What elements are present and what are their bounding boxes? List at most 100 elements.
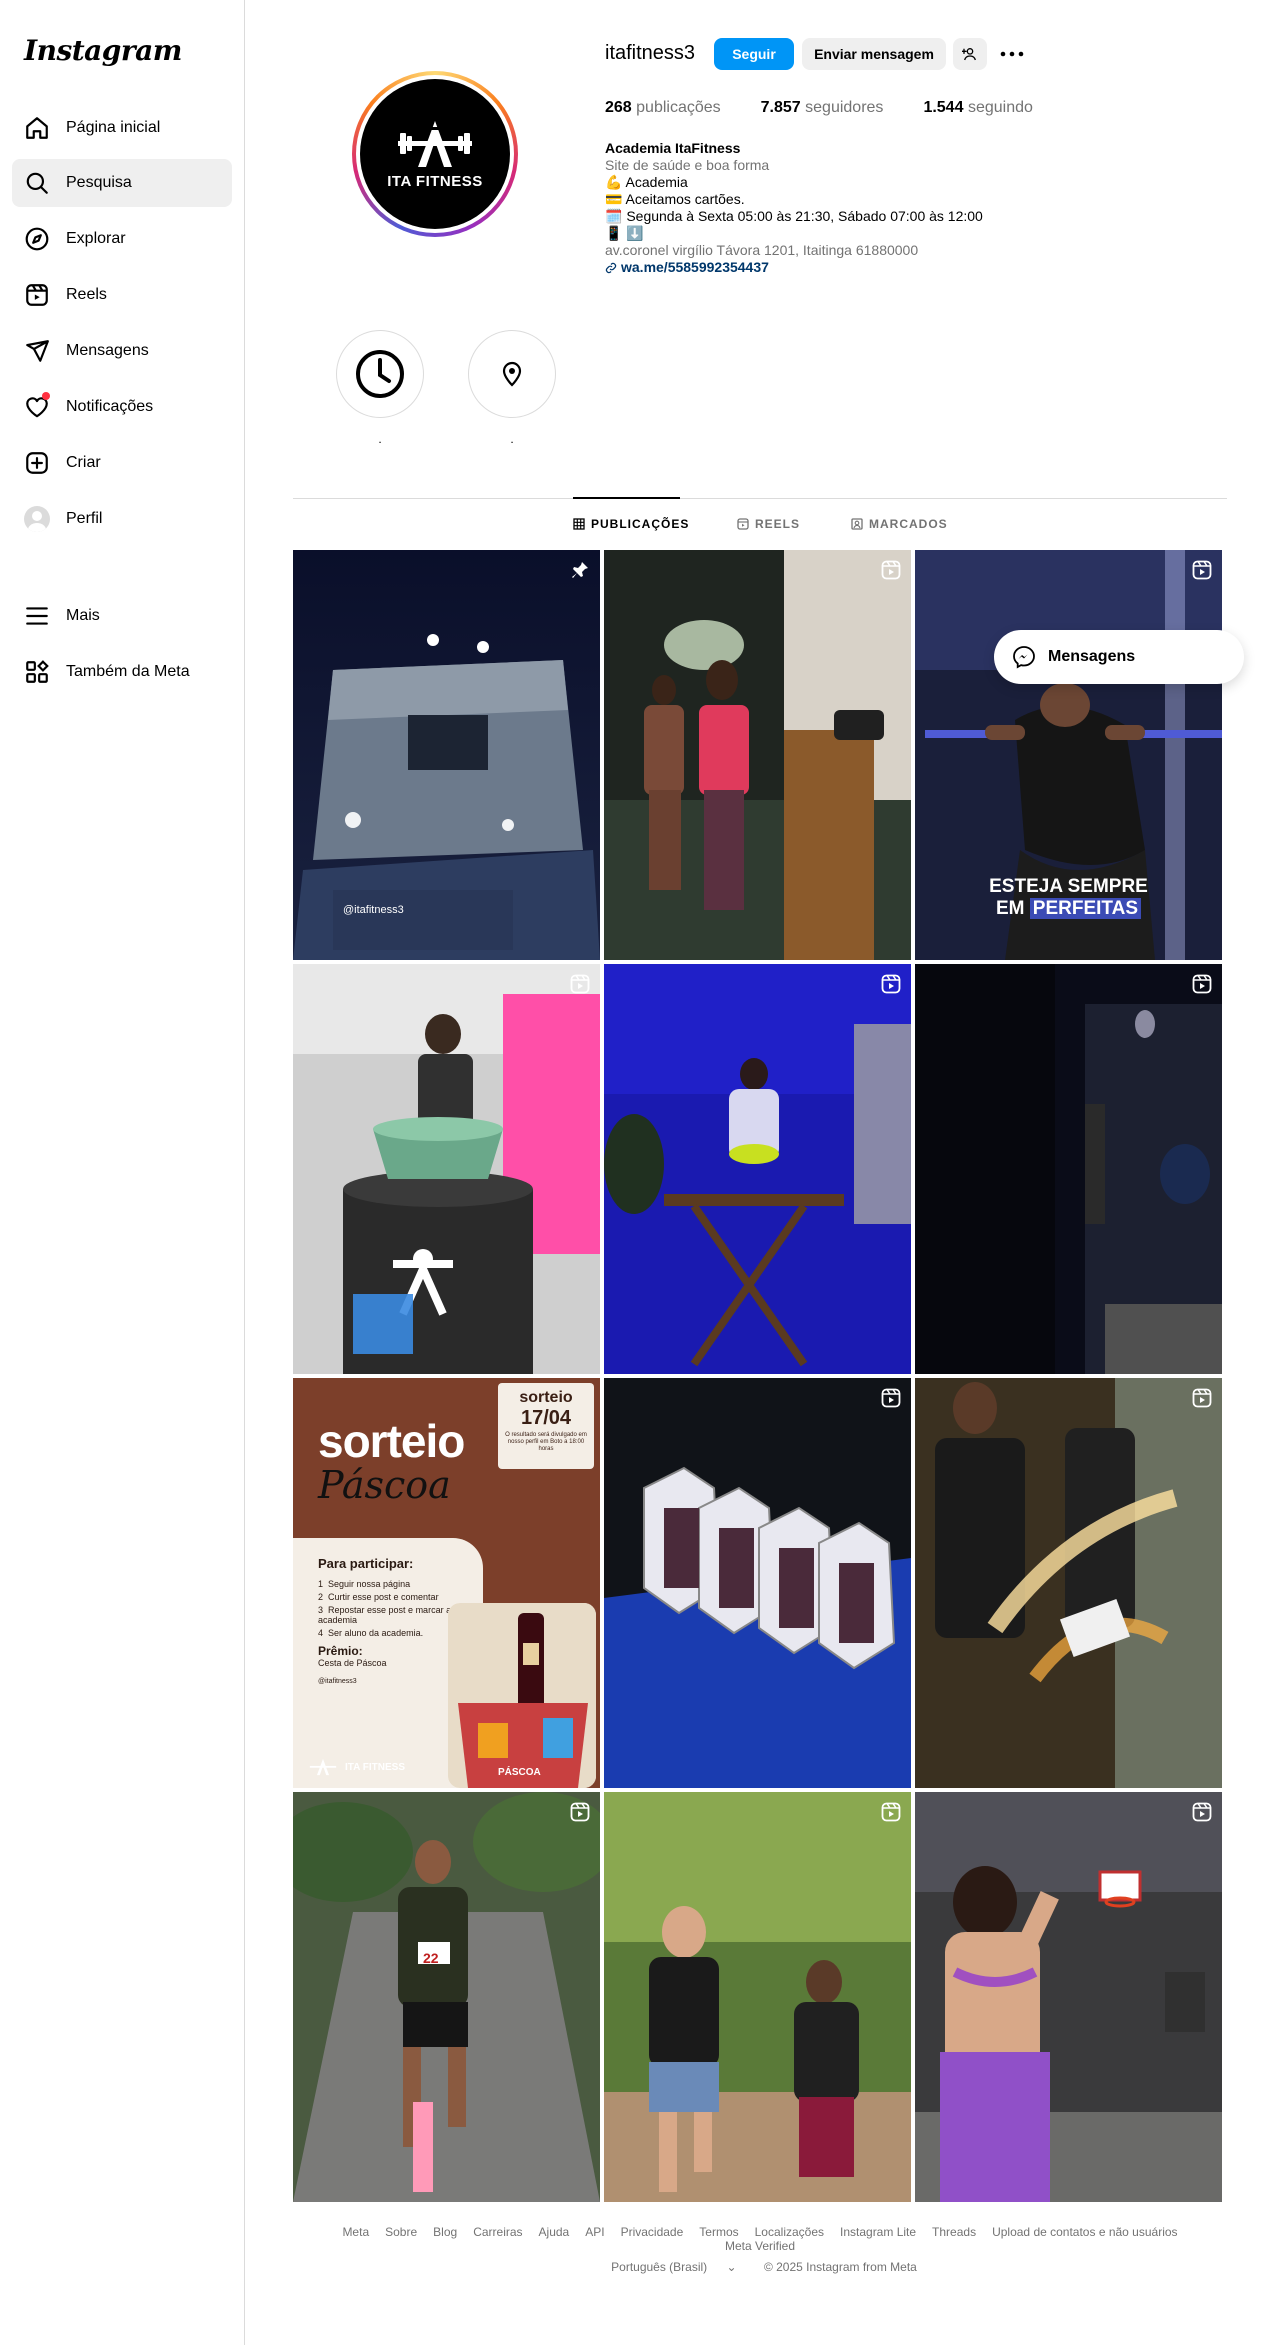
footer-link[interactable]: Ajuda [539,2225,570,2239]
footer-link[interactable]: Instagram Lite [840,2225,916,2239]
messages-floating-button[interactable]: Mensagens [994,630,1244,684]
raffle-date-card: sorteio 17/04 O resultado será divulgado… [498,1383,594,1469]
post-thumbnail[interactable]: @itafitness3 [293,550,600,960]
post-thumbnail[interactable] [604,964,911,1374]
story-highlight[interactable] [468,330,556,418]
language-selector[interactable]: Português (Brasil) ⌄ [603,2260,744,2274]
menu-icon [26,607,48,625]
post-image-raffle-table-blue [604,964,911,1374]
post-image-trophies [604,1378,911,1788]
post-thumbnail[interactable] [915,1378,1222,1788]
sidebar-item-messages[interactable]: Mensagens [12,327,232,375]
location-pin-icon [502,361,522,387]
post-thumbnail[interactable] [604,550,911,960]
sidebar-item-label: Notificações [66,398,154,415]
link-icon [605,262,617,273]
footer-link[interactable]: Privacidade [621,2225,684,2239]
send-icon [26,340,49,362]
tagged-icon [851,518,863,530]
notification-dot [42,392,50,400]
reel-icon [1192,1388,1212,1408]
bio-line: 📱 ⬇️ [605,225,644,241]
footer-link[interactable]: Threads [932,2225,976,2239]
footer-links: Meta Sobre Blog Carreiras Ajuda API Priv… [293,2225,1227,2253]
tab-posts[interactable]: PUBLICAÇÕES [573,517,689,531]
post-image-trail-runners [604,1792,911,2202]
post-overlay-text: ESTEJA SEMPRE EM PERFEITAS [989,876,1148,919]
footer-link[interactable]: Blog [433,2225,457,2239]
bio-line: 💪 Academia [605,174,688,190]
following-count[interactable]: 1.544 seguindo [923,99,1032,117]
sidebar-item-label: Também da Meta [66,663,190,680]
sidebar-item-more[interactable]: Mais [12,592,232,640]
plus-square-icon [26,452,48,474]
sidebar-item-label: Perfil [66,510,103,527]
reels-small-icon [737,518,749,530]
profile-address[interactable]: av.coronel virgílio Távora 1201, Itaitin… [605,242,1025,259]
footer-link[interactable]: Termos [699,2225,738,2239]
post-thumbnail[interactable]: 22 [293,1792,600,2202]
post-thumbnail[interactable] [604,1792,911,2202]
race-bib-number: 22 [423,1950,439,1966]
sidebar-item-label: Pesquisa [66,174,132,191]
post-thumbnail[interactable] [915,1792,1222,2202]
post-image-dark-gym [915,964,1222,1374]
footer-link[interactable]: Meta [342,2225,369,2239]
ita-fitness-logo [309,1758,337,1776]
posts-count: 268 publicações [605,99,721,116]
followers-count[interactable]: 7.857 seguidores [761,99,884,117]
footer-link[interactable]: Localizações [755,2225,824,2239]
meta-apps-icon [26,660,49,683]
sidebar-item-home[interactable]: Página inicial [12,104,232,152]
reel-icon [570,974,590,994]
footer-link[interactable]: Carreiras [473,2225,522,2239]
sidebar-item-label: Reels [66,286,107,303]
sidebar-item-create[interactable]: Criar [12,439,232,487]
story-highlight[interactable] [336,330,424,418]
sidebar-item-profile[interactable]: Perfil [12,495,232,543]
messenger-icon [1013,646,1035,669]
sidebar-item-notifications[interactable]: Notificações [12,383,232,431]
footer-bottom: Português (Brasil) ⌄ © 2025 Instagram fr… [293,2260,1227,2274]
footer-link[interactable]: Upload de contatos e não usuários [992,2225,1177,2239]
footer-link[interactable]: API [585,2225,604,2239]
post-image-runner-road [293,1792,600,2202]
tab-reels[interactable]: REELS [737,517,800,531]
post-thumbnail[interactable]: ESTEJA SEMPRE EM PERFEITAS [915,550,1222,960]
sidebar-item-meta[interactable]: Também da Meta [12,648,232,696]
profile-picture-ring[interactable]: ITA FITNESS [352,71,518,237]
options-button[interactable] [995,38,1029,70]
post-thumbnail[interactable] [293,964,600,1374]
reels-icon [26,284,48,306]
sidebar-item-reels[interactable]: Reels [12,271,232,319]
sidebar-item-label: Página inicial [66,119,161,136]
profile-picture: ITA FITNESS [360,79,510,229]
bio-line: 🗓️ Segunda à Sexta 05:00 às 21:30, Sábad… [605,208,983,224]
reel-icon [1192,974,1212,994]
chevron-down-icon: ⌄ [726,2260,737,2274]
reel-icon [1192,1802,1212,1822]
raffle-subtitle: Páscoa [318,1463,451,1507]
sidebar-item-label: Criar [66,454,101,471]
footer-link[interactable]: Meta Verified [725,2239,795,2253]
reel-icon [881,974,901,994]
post-thumbnail[interactable]: sorteio Páscoa sorteio 17/04 O resultado… [293,1378,600,1788]
highlight-label: . [510,432,514,446]
highlight-label: . [378,432,382,446]
messages-floating-label: Mensagens [1048,648,1136,665]
post-image-basketball-hoop [915,1792,1222,2202]
post-brand: ITA FITNESS [307,1758,405,1776]
post-thumbnail[interactable] [915,964,1222,1374]
add-user-icon [962,48,976,61]
profile-link[interactable]: wa.me/5585992354437 [621,259,769,276]
suggest-users-button[interactable] [953,38,987,70]
sidebar-item-search[interactable]: Pesquisa [12,159,232,207]
tab-tagged[interactable]: MARCADOS [851,517,948,531]
footer-link[interactable]: Sobre [385,2225,417,2239]
instagram-logo[interactable]: Instagram [24,34,182,67]
send-message-button[interactable]: Enviar mensagem [802,38,946,70]
reel-icon [881,1388,901,1408]
post-thumbnail[interactable] [604,1378,911,1788]
follow-button[interactable]: Seguir [714,38,794,70]
sidebar-item-explore[interactable]: Explorar [12,215,232,263]
